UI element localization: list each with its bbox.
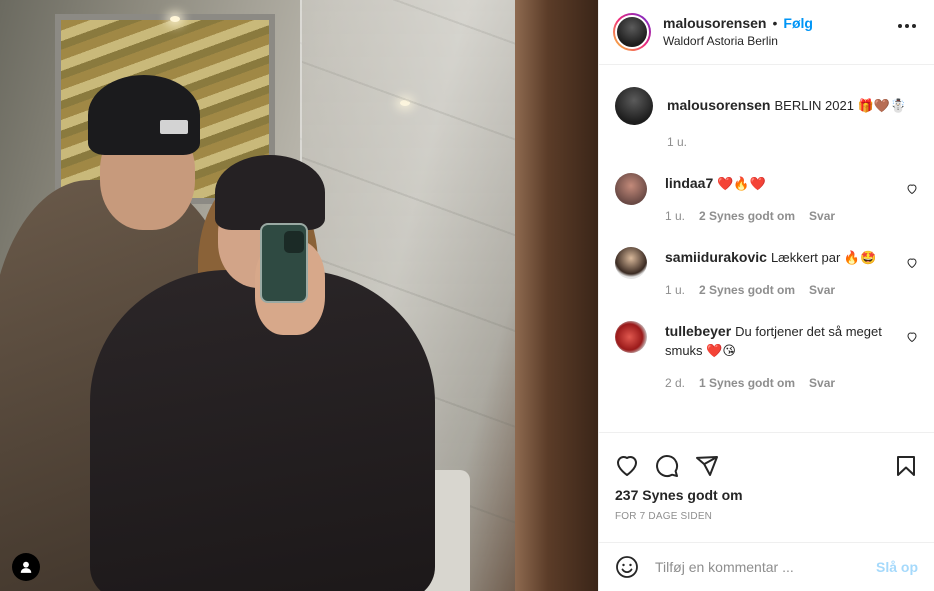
comment-likes[interactable]: 2 Synes godt om	[699, 207, 795, 225]
more-options-icon[interactable]	[898, 24, 916, 28]
post-photo[interactable]	[0, 0, 598, 591]
author-avatar[interactable]	[613, 13, 651, 51]
comment-likes[interactable]: 2 Synes godt om	[699, 281, 795, 299]
bookmark-icon[interactable]	[894, 454, 918, 478]
beanie-logo	[160, 120, 188, 134]
posted-time[interactable]: FOR 7 DAGE SIDEN	[615, 511, 918, 522]
smartphone	[260, 223, 308, 303]
post-actions: 237 Synes godt om FOR 7 DAGE SIDEN	[599, 432, 934, 542]
post-side-panel: malousorensen • Følg Waldorf Astoria Ber…	[598, 0, 934, 591]
paper-plane-icon[interactable]	[695, 454, 719, 478]
post-header: malousorensen • Følg Waldorf Astoria Ber…	[599, 0, 934, 65]
wooden-door	[515, 0, 598, 591]
caption-text: BERLIN 2021 🎁🤎☃️	[774, 98, 907, 113]
comment-time[interactable]: 2 d.	[665, 374, 685, 392]
tagged-users-button[interactable]	[12, 553, 40, 581]
comment-input[interactable]	[655, 559, 876, 575]
heart-icon[interactable]	[615, 454, 639, 478]
commenter-avatar[interactable]	[615, 173, 647, 205]
comment-text: Lækkert par 🔥🤩	[770, 250, 877, 265]
add-comment-bar: Slå op	[599, 542, 934, 591]
commenter-avatar[interactable]	[615, 247, 647, 279]
comment-likes[interactable]: 1 Synes godt om	[699, 374, 795, 392]
comment-time[interactable]: 1 u.	[665, 281, 685, 299]
follow-button[interactable]: Følg	[783, 14, 813, 32]
reply-button[interactable]: Svar	[809, 374, 835, 392]
comment-time[interactable]: 1 u.	[665, 207, 685, 225]
post-comment-button[interactable]: Slå op	[876, 559, 918, 575]
location-link[interactable]: Waldorf Astoria Berlin	[663, 32, 813, 50]
comment-like-heart-icon[interactable]	[906, 183, 918, 195]
reply-button[interactable]: Svar	[809, 207, 835, 225]
emoji-icon[interactable]	[615, 555, 639, 579]
woman-beanie	[215, 155, 325, 230]
comment-like-heart-icon[interactable]	[906, 331, 918, 343]
comment-text: ❤️🔥❤️	[717, 176, 766, 191]
likes-count[interactable]: 237 Synes godt om	[615, 487, 918, 503]
caption-username[interactable]: malousorensen	[667, 97, 770, 113]
comments-list: malousorensen BERLIN 2021 🎁🤎☃️ 1 u. linda…	[599, 65, 934, 432]
caption: malousorensen BERLIN 2021 🎁🤎☃️ 1 u.	[615, 87, 918, 151]
caption-avatar[interactable]	[615, 87, 653, 125]
comment-username[interactable]: tullebeyer	[665, 323, 731, 339]
comment-item: samiidurakovic Lækkert par 🔥🤩 1 u. 2 Syne…	[615, 247, 918, 299]
comment-username[interactable]: lindaa7	[665, 175, 713, 191]
caption-time[interactable]: 1 u.	[667, 133, 687, 151]
comment-username[interactable]: samiidurakovic	[665, 249, 767, 265]
man-beanie	[88, 75, 200, 155]
ceiling-light	[170, 16, 180, 22]
comment-item: tullebeyer Du fortjener det så meget smuk…	[615, 321, 918, 392]
instagram-post: malousorensen • Følg Waldorf Astoria Ber…	[0, 0, 934, 591]
comment-item: lindaa7 ❤️🔥❤️ 1 u. 2 Synes godt om Svar	[615, 173, 918, 225]
separator-dot: •	[772, 15, 778, 31]
user-icon	[20, 561, 32, 573]
author-username[interactable]: malousorensen	[663, 14, 766, 32]
reply-button[interactable]: Svar	[809, 281, 835, 299]
comment-icon[interactable]	[655, 454, 679, 478]
commenter-avatar[interactable]	[615, 321, 647, 353]
comment-like-heart-icon[interactable]	[906, 257, 918, 269]
